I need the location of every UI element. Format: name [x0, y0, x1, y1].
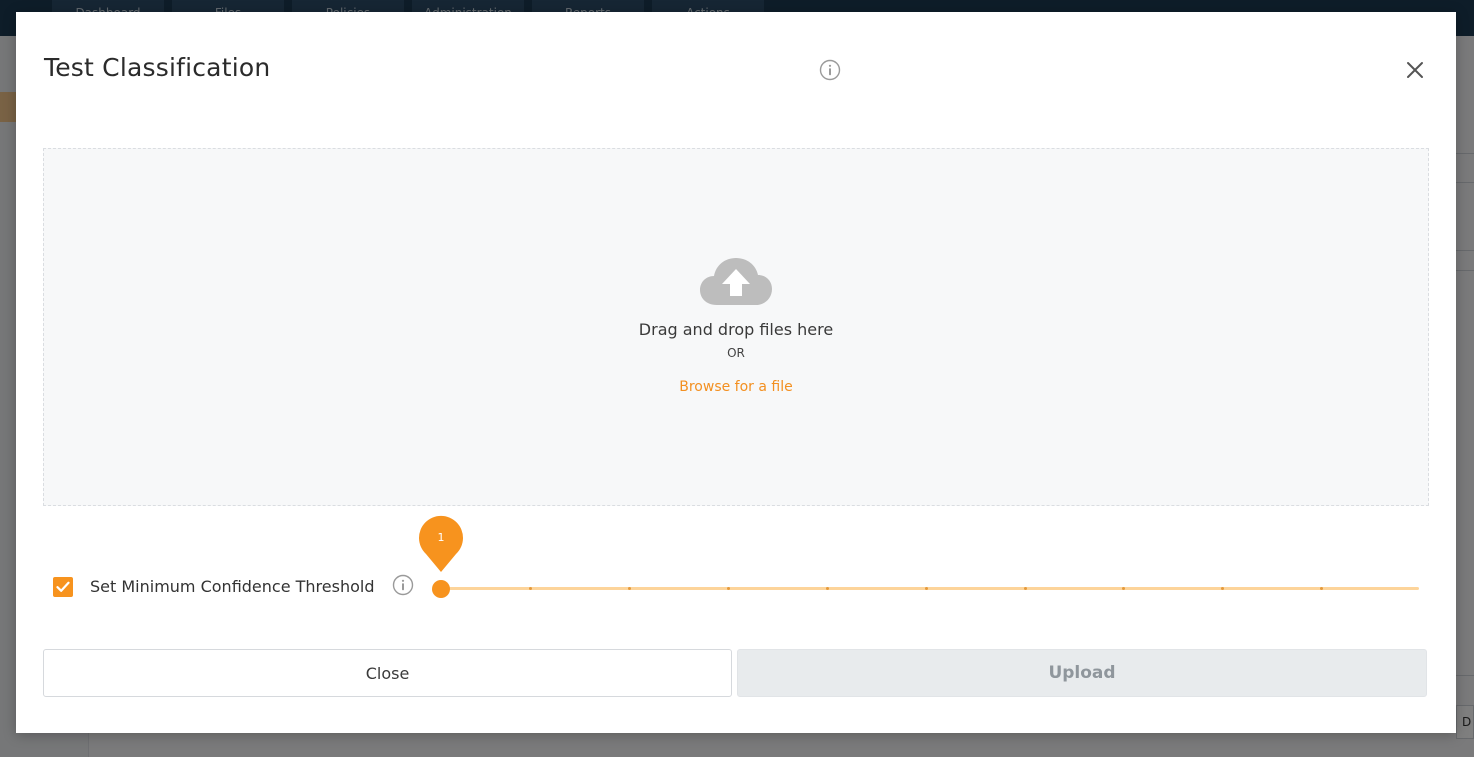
threshold-checkbox[interactable]	[53, 577, 73, 597]
confidence-threshold-slider[interactable]: 1	[419, 514, 1431, 604]
test-classification-dialog: Test Classification Drag and drop files …	[16, 12, 1456, 733]
cloud-upload-icon	[699, 255, 773, 307]
close-button[interactable]: Close	[43, 649, 732, 697]
slider-value-text: 1	[437, 531, 445, 544]
dialog-title: Test Classification	[44, 53, 271, 82]
info-circle-icon[interactable]	[819, 59, 841, 81]
slider-thumb[interactable]	[432, 580, 450, 598]
browse-file-link[interactable]: Browse for a file	[679, 379, 792, 395]
close-x-icon[interactable]	[1401, 58, 1429, 82]
dropzone-or-separator: OR	[727, 346, 745, 360]
dropzone-instruction: Drag and drop files here	[638, 320, 834, 339]
upload-button[interactable]: Upload	[737, 649, 1427, 697]
slider-tick	[1122, 587, 1125, 590]
slider-tick	[826, 587, 829, 590]
slider-tick	[727, 587, 730, 590]
slider-tick	[1320, 587, 1323, 590]
slider-tick	[1221, 587, 1224, 590]
checkmark-icon	[56, 581, 70, 592]
file-dropzone[interactable]: Drag and drop files here OR Browse for a…	[43, 148, 1429, 506]
slider-track[interactable]	[441, 587, 1419, 590]
slider-value-bubble	[417, 514, 465, 574]
slider-tick	[529, 587, 532, 590]
slider-tick	[925, 587, 928, 590]
threshold-label: Set Minimum Confidence Threshold	[90, 577, 375, 596]
slider-tick	[628, 587, 631, 590]
slider-tick	[1024, 587, 1027, 590]
info-circle-icon[interactable]	[392, 574, 414, 596]
